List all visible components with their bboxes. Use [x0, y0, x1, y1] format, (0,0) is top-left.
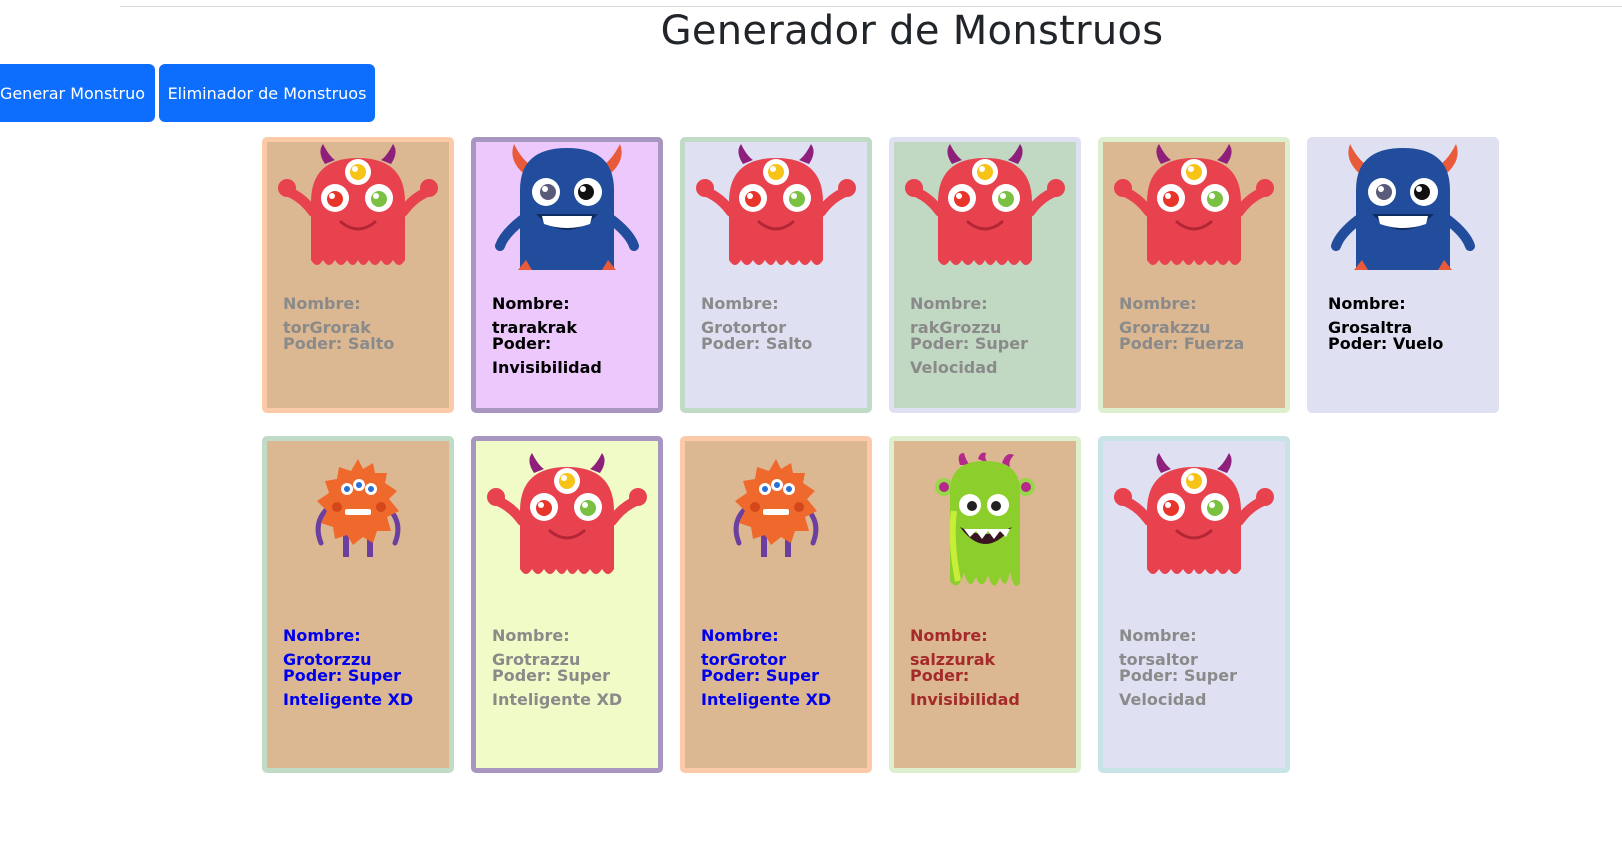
monster-image: [267, 142, 449, 282]
monster-image: [1103, 451, 1285, 591]
monster-image: [685, 142, 867, 282]
monster-card[interactable]: Nombre: rakGrozzu Poder: Super Velocidad: [889, 137, 1081, 413]
monster-card[interactable]: Nombre: Grotorzzu Poder: Super Inteligent…: [262, 436, 454, 773]
monster-image: [476, 142, 658, 282]
monster-power: Poder: Salto: [283, 334, 395, 353]
monster-card[interactable]: Nombre: Grotrazzu Poder: Super Inteligent…: [471, 436, 663, 773]
monster-power: Poder: Salto: [701, 334, 813, 353]
red-three-eyed-monster-icon: [696, 144, 856, 265]
monster-card[interactable]: Nombre: torGrorak Poder: Salto: [262, 137, 454, 413]
monster-image: [894, 142, 1076, 282]
red-three-eyed-monster-icon: [1114, 453, 1274, 574]
red-three-eyed-monster-icon: [487, 453, 647, 574]
top-divider: [120, 6, 1622, 7]
generate-monster-button[interactable]: Generar Monstruo: [0, 64, 155, 122]
page-title: Generador de Monstruos: [660, 8, 1164, 54]
monster-image: [685, 451, 867, 591]
monster-image: [1312, 142, 1494, 282]
red-three-eyed-monster-icon: [1114, 144, 1274, 265]
monster-card[interactable]: Nombre: Grosaltra Poder: Vuelo: [1307, 137, 1499, 413]
monster-power: Poder: Super Velocidad: [910, 334, 1028, 377]
remove-monsters-button[interactable]: Eliminador de Monstruos: [159, 64, 375, 122]
monster-card[interactable]: Nombre: Grorakzzu Poder: Fuerza: [1098, 137, 1290, 413]
monster-power: Poder: Invisibilidad: [492, 334, 602, 377]
monster-card[interactable]: Nombre: salzzurak Poder: Invisibilidad: [889, 436, 1081, 773]
monster-image: [894, 451, 1076, 591]
green-slime-monster-icon: [935, 452, 1035, 587]
monster-image: [1103, 142, 1285, 282]
monster-power: Poder: Vuelo: [1328, 334, 1444, 353]
orange-furry-monster-icon: [733, 459, 819, 557]
monster-power: Poder: Super Inteligente XD: [492, 666, 623, 709]
monster-power: Poder: Super Inteligente XD: [283, 666, 414, 709]
monster-power: Poder: Super Inteligente XD: [701, 666, 832, 709]
orange-furry-monster-icon: [315, 459, 401, 557]
monster-power: Poder: Super Velocidad: [1119, 666, 1237, 709]
monster-card[interactable]: Nombre: torGrotor Poder: Super Inteligent…: [680, 436, 872, 773]
red-three-eyed-monster-icon: [905, 144, 1065, 265]
monster-image: [267, 451, 449, 591]
monster-power: Poder: Invisibilidad: [910, 666, 1020, 709]
monster-card[interactable]: Nombre: Grotortor Poder: Salto: [680, 137, 872, 413]
monster-card[interactable]: Nombre: trarakrak Poder: Invisibilidad: [471, 137, 663, 413]
monster-power: Poder: Fuerza: [1119, 334, 1245, 353]
blue-horned-monster-icon: [1331, 144, 1475, 270]
blue-horned-monster-icon: [495, 144, 639, 270]
monster-card[interactable]: Nombre: torsaltor Poder: Super Velocidad: [1098, 436, 1290, 773]
monster-image: [476, 451, 658, 591]
red-three-eyed-monster-icon: [278, 144, 438, 265]
